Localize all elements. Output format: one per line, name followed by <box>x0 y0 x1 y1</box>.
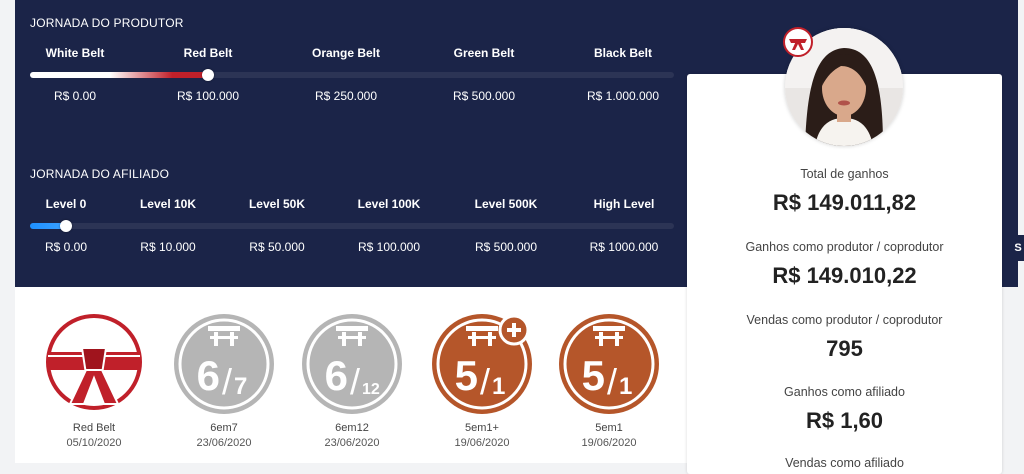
belt-mini-icon <box>783 27 813 57</box>
afiliado-level-amount: R$ 100.000 <box>357 240 421 254</box>
badge-name: Red Belt <box>72 422 116 434</box>
afiliado-progress-track <box>30 220 674 232</box>
produtor-journey-title: JORNADA DO PRODUTOR <box>30 16 184 30</box>
afiliado-level-amount: R$ 500.000 <box>474 240 538 254</box>
badge-date: 19/06/2020 <box>581 437 637 449</box>
svg-text:6: 6 <box>325 352 348 399</box>
produtor-level-amount: R$ 250.000 <box>314 89 378 103</box>
total-earnings-label: Total de ganhos <box>800 167 889 181</box>
afiliado-progress-knob[interactable] <box>60 220 72 232</box>
afiliado-level-amount: R$ 50.000 <box>249 240 305 254</box>
achievement-badge[interactable]: 5/1 5em1 19/06/2020 <box>557 312 661 451</box>
producer-sales-label: Vendas como produtor / coprodutor <box>746 313 943 327</box>
svg-text:12: 12 <box>362 381 380 398</box>
produtor-level-amount: R$ 500.000 <box>452 89 516 103</box>
producer-earnings-value: R$ 149.010,22 <box>772 263 917 288</box>
produtor-progress-track <box>30 69 674 81</box>
afiliado-journey-title: JORNADA DO AFILIADO <box>30 167 170 181</box>
produtor-progress-fill <box>30 72 208 78</box>
badge-name: 5em1 <box>595 422 623 434</box>
badge-date: 23/06/2020 <box>196 437 252 449</box>
svg-text:6: 6 <box>197 352 220 399</box>
produtor-level-amount: R$ 100.000 <box>176 89 240 103</box>
badge-name: 6em12 <box>335 422 369 434</box>
afiliado-level-amount: R$ 0.00 <box>44 240 88 254</box>
produtor-level-name: Red Belt <box>183 46 233 60</box>
producer-earnings-label: Ganhos como produtor / coprodutor <box>745 240 944 254</box>
produtor-level-amount: R$ 0.00 <box>53 89 97 103</box>
afiliado-level-name: Level 10K <box>139 197 197 211</box>
side-tab[interactable]: S <box>1012 235 1024 261</box>
badge-date: 23/06/2020 <box>324 437 380 449</box>
produtor-level-name: Green Belt <box>453 46 515 60</box>
producer-sales-value: 795 <box>826 336 863 361</box>
badge-name: 5em1+ <box>465 422 499 434</box>
medal-icon: 5/1 <box>432 314 532 414</box>
produtor-level-name: Black Belt <box>593 46 653 60</box>
achievement-badge[interactable]: 6/7 6em7 23/06/2020 <box>172 312 276 451</box>
produtor-level-amount: R$ 1.000.000 <box>586 89 660 103</box>
svg-text:5: 5 <box>455 352 478 399</box>
produtor-level-name: White Belt <box>45 46 105 60</box>
svg-text:/: / <box>222 361 232 402</box>
affiliate-earnings-value: R$ 1,60 <box>805 408 884 433</box>
svg-text:/: / <box>350 361 360 402</box>
svg-text:7: 7 <box>234 373 247 400</box>
svg-text:1: 1 <box>619 373 632 400</box>
afiliado-level-name: Level 100K <box>357 197 421 211</box>
achievement-badge[interactable]: 6/12 6em12 23/06/2020 <box>300 312 404 451</box>
medal-icon: 6/7 <box>174 314 274 414</box>
achievement-badge[interactable]: Red Belt 05/10/2020 <box>42 312 146 451</box>
badge-name: 6em7 <box>210 422 238 434</box>
afiliado-level-name: Level 0 <box>45 197 87 211</box>
svg-text:5: 5 <box>582 352 605 399</box>
svg-text:/: / <box>480 361 490 402</box>
medal-icon: 5/1 <box>559 314 659 414</box>
produtor-level-name: Orange Belt <box>311 46 381 60</box>
svg-text:/: / <box>607 361 617 402</box>
achievement-badge[interactable]: 5/1 5em1+ 19/06/2020 <box>430 312 534 451</box>
produtor-progress-knob[interactable] <box>202 69 214 81</box>
afiliado-level-name: Level 500K <box>474 197 538 211</box>
svg-text:1: 1 <box>492 373 505 400</box>
afiliado-level-name: High Level <box>593 197 655 211</box>
badge-date: 19/06/2020 <box>454 437 510 449</box>
afiliado-level-amount: R$ 1000.000 <box>589 240 659 254</box>
medal-icon: 6/12 <box>302 314 402 414</box>
afiliado-level-amount: R$ 10.000 <box>140 240 196 254</box>
afiliado-level-name: Level 50K <box>248 197 306 211</box>
red-belt-icon <box>46 314 142 410</box>
badge-date: 05/10/2020 <box>66 437 122 449</box>
affiliate-earnings-label: Ganhos como afiliado <box>784 385 905 399</box>
total-earnings-value: R$ 149.011,82 <box>772 190 917 215</box>
affiliate-sales-label: Vendas como afiliado <box>785 456 904 470</box>
